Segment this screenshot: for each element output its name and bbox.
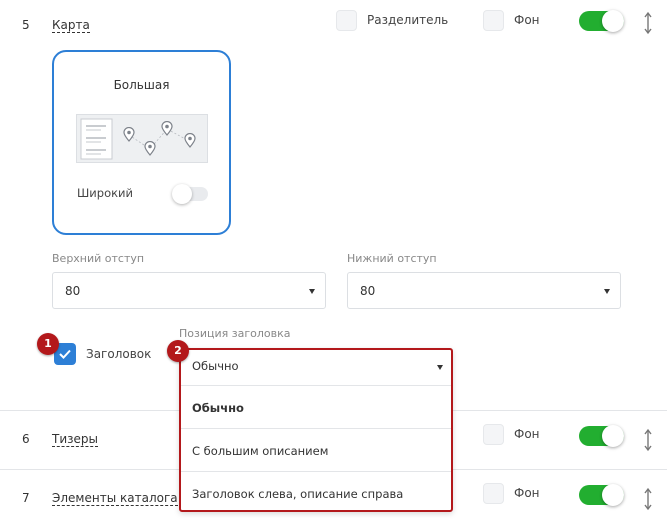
row-title-teasers[interactable]: Тизеры [52,432,98,447]
heading-position-dropdown[interactable]: Обычно Обычно С большим описанием Заголо… [179,348,453,512]
map-pin-icon [161,121,173,136]
vertical-arrows-icon[interactable] [643,11,653,35]
map-preview-image [76,114,208,163]
dropdown-option[interactable]: Заголовок слева, описание справа [181,487,451,501]
row-visibility-toggle[interactable] [579,484,624,506]
heading-position-label: Позиция заголовка [179,327,291,340]
triangle-down-icon [437,365,443,370]
toggle-knob [602,484,624,506]
toggle-knob [602,425,624,447]
selected-value-text: Обычно [192,359,239,373]
divider-checkbox[interactable] [336,10,357,31]
bottom-margin-value: 80 [360,284,376,298]
top-margin-value: 80 [65,284,81,298]
row-title-map[interactable]: Карта [52,18,90,33]
toggle-knob [172,184,192,204]
top-margin-select[interactable]: 80 [52,272,326,309]
row-number: 5 [22,18,30,32]
dropdown-divider [181,428,451,429]
bottom-margin-select[interactable]: 80 [347,272,621,309]
row-visibility-toggle[interactable] [579,425,624,447]
triangle-down-icon [309,289,315,294]
row-number: 7 [22,491,30,505]
triangle-down-icon [604,289,610,294]
vertical-arrows-icon[interactable] [643,487,653,511]
dropdown-divider [181,385,451,386]
annotation-badge: 1 [37,333,59,355]
map-pin-icon [144,141,156,156]
annotation-badge: 2 [167,340,189,362]
row-visibility-toggle[interactable] [579,10,624,32]
background-label: Фон [514,13,540,27]
map-pin-icon [184,133,196,148]
row-number: 6 [22,432,30,446]
map-card-title: Большая [113,78,170,92]
map-size-card[interactable]: Большая Широкий [52,50,231,235]
top-margin-label: Верхний отступ [52,252,145,265]
dropdown-selected-value[interactable]: Обычно [181,359,451,373]
map-pin-icon [123,127,135,142]
divider-label: Разделитель [367,13,449,27]
row-title-catalog-elements[interactable]: Элементы каталога [52,491,178,506]
background-label: Фон [514,486,540,500]
bottom-margin-label: Нижний отступ [347,252,437,265]
background-checkbox[interactable] [483,483,504,504]
vertical-arrows-icon[interactable] [643,428,653,452]
background-checkbox[interactable] [483,424,504,445]
dropdown-option[interactable]: С большим описанием [181,444,451,458]
dropdown-divider [181,471,451,472]
background-label: Фон [514,427,540,441]
dropdown-option[interactable]: Обычно [181,401,451,415]
wide-label: Широкий [77,186,134,200]
background-checkbox[interactable] [483,10,504,31]
wide-toggle[interactable] [172,184,208,204]
heading-label: Заголовок [86,347,152,361]
toggle-knob [602,10,624,32]
